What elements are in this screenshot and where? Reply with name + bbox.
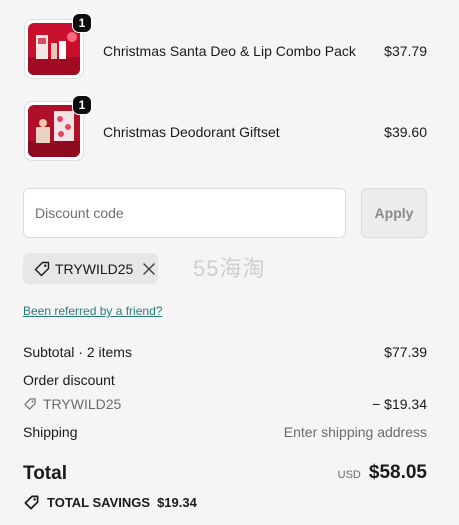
tag-icon [23, 397, 37, 411]
savings-value: $19.34 [157, 495, 197, 510]
product-image-1 [28, 23, 80, 75]
product-price-1: $37.79 [384, 43, 427, 59]
total-value: $58.05 [368, 462, 427, 483]
total-savings: TOTAL SAVINGS $19.34 [23, 494, 197, 511]
watermark: 55海淘 [193, 256, 266, 281]
total-label: Total [23, 463, 67, 484]
currency-code: USD [337, 469, 361, 481]
total-amount: USD $58.05 [338, 462, 427, 484]
order-discount-code-text: TRYWILD25 [43, 396, 122, 412]
product-name-1: Christmas Santa Deo & Lip Combo Pack [103, 43, 356, 59]
applied-discount-chip: TRYWILD25 [23, 253, 158, 284]
order-discount-code: TRYWILD25 [23, 396, 121, 412]
order-discount-label: Order discount [23, 372, 115, 388]
tag-icon [33, 260, 51, 278]
shipping-value: Enter shipping address [283, 424, 427, 440]
subtotal-label: Subtotal · 2 items [23, 344, 132, 360]
shipping-label: Shipping [23, 424, 78, 440]
order-discount-value: − $19.34 [372, 396, 427, 412]
product-price-2: $39.60 [384, 124, 427, 140]
apply-button[interactable]: Apply [361, 188, 427, 238]
product-name-2: Christmas Deodorant Giftset [103, 124, 280, 140]
applied-discount-code: TRYWILD25 [55, 260, 134, 277]
product-image-2 [28, 105, 80, 157]
referral-link[interactable]: Been referred by a friend? [23, 304, 162, 318]
subtotal-value: $77.39 [384, 344, 427, 360]
close-icon[interactable] [142, 262, 156, 276]
savings-label: TOTAL SAVINGS [47, 495, 151, 510]
savings-tag-icon [23, 494, 40, 511]
quantity-badge-1: 1 [72, 13, 92, 33]
discount-code-input[interactable]: Discount code [23, 188, 346, 238]
quantity-badge-2: 1 [72, 95, 92, 115]
